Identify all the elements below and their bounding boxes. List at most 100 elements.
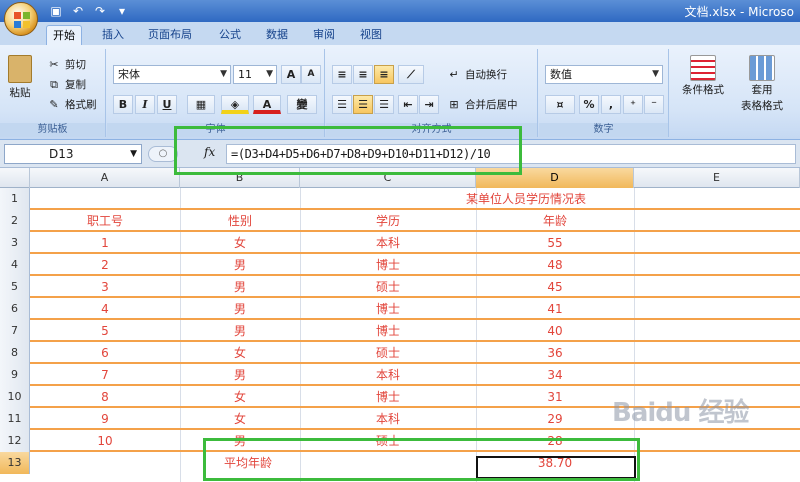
align-bottom-button[interactable]: ≡: [374, 65, 394, 84]
tab-page-layout[interactable]: 页面布局: [142, 25, 198, 45]
cell[interactable]: 31: [476, 386, 634, 408]
copy-button[interactable]: ⧉ 复制: [46, 75, 86, 95]
comma-button[interactable]: ,: [601, 95, 621, 114]
font-name-select[interactable]: 宋体 ▼: [113, 65, 231, 84]
wrap-text-button[interactable]: ↵ 自动换行: [446, 65, 507, 85]
cell[interactable]: 8: [30, 386, 180, 408]
cell[interactable]: 5: [30, 320, 180, 342]
row-header[interactable]: 6: [0, 298, 30, 320]
cell[interactable]: 55: [476, 232, 634, 254]
cell[interactable]: 本科: [300, 408, 476, 430]
cell[interactable]: 29: [476, 408, 634, 430]
merge-center-button[interactable]: ⊞ 合并后居中: [446, 95, 517, 115]
paste-button[interactable]: 粘贴: [8, 55, 32, 105]
row-header[interactable]: 3: [0, 232, 30, 254]
increase-indent-button[interactable]: ⇥: [419, 95, 439, 114]
cell[interactable]: 9: [30, 408, 180, 430]
orientation-button[interactable]: ⟋: [398, 65, 424, 84]
sheet-title-cell[interactable]: 某单位人员学历情况表: [300, 188, 634, 210]
header-cell-education[interactable]: 学历: [300, 210, 476, 232]
cell[interactable]: 6: [30, 342, 180, 364]
select-all-corner[interactable]: [0, 168, 30, 188]
align-top-button[interactable]: ≡: [332, 65, 352, 84]
row-header[interactable]: 8: [0, 342, 30, 364]
row-header[interactable]: 7: [0, 320, 30, 342]
cell[interactable]: 女: [180, 342, 300, 364]
tab-formulas[interactable]: 公式: [213, 25, 247, 45]
cell[interactable]: 4: [30, 298, 180, 320]
increase-decimal-button[interactable]: ⁺: [623, 95, 643, 114]
decrease-indent-button[interactable]: ⇤: [398, 95, 418, 114]
cell[interactable]: 48: [476, 254, 634, 276]
column-header-e[interactable]: E: [634, 168, 800, 188]
bold-button[interactable]: B: [113, 95, 133, 114]
tab-home[interactable]: 开始: [46, 25, 82, 45]
fill-color-button[interactable]: ◈: [221, 95, 249, 114]
conditional-format-button[interactable]: 条件格式: [676, 55, 730, 119]
cell[interactable]: 本科: [300, 232, 476, 254]
cell[interactable]: 41: [476, 298, 634, 320]
phonetic-button[interactable]: 變: [287, 95, 317, 114]
grow-font-button[interactable]: A: [281, 65, 301, 84]
cut-button[interactable]: ✂ 剪切: [46, 55, 86, 75]
cell[interactable]: 女: [180, 232, 300, 254]
font-color-button[interactable]: A: [253, 95, 281, 114]
cell[interactable]: 45: [476, 276, 634, 298]
cell[interactable]: 男: [180, 254, 300, 276]
italic-button[interactable]: I: [135, 95, 155, 114]
cell[interactable]: 女: [180, 386, 300, 408]
decrease-decimal-button[interactable]: ⁻: [644, 95, 664, 114]
cell[interactable]: 硕士: [300, 342, 476, 364]
row-header[interactable]: 10: [0, 386, 30, 408]
tab-review[interactable]: 审阅: [307, 25, 341, 45]
row-header[interactable]: 2: [0, 210, 30, 232]
cell[interactable]: 34: [476, 364, 634, 386]
cell[interactable]: 男: [180, 364, 300, 386]
shrink-font-button[interactable]: A: [301, 65, 321, 84]
undo-icon[interactable]: ↶: [70, 3, 86, 19]
format-as-table-button[interactable]: 套用 表格格式: [732, 55, 792, 119]
header-cell-age[interactable]: 年龄: [476, 210, 634, 232]
row-header[interactable]: 4: [0, 254, 30, 276]
cell[interactable]: 博士: [300, 298, 476, 320]
office-button[interactable]: [4, 2, 38, 36]
tab-view[interactable]: 视图: [354, 25, 388, 45]
tab-insert[interactable]: 插入: [96, 25, 130, 45]
save-icon[interactable]: ▣: [48, 3, 64, 19]
cell[interactable]: 10: [30, 430, 180, 452]
currency-button[interactable]: ¤: [545, 95, 575, 114]
cell[interactable]: 博士: [300, 254, 476, 276]
number-format-select[interactable]: 数值 ▼: [545, 65, 663, 84]
row-header[interactable]: 5: [0, 276, 30, 298]
header-cell-gender[interactable]: 性别: [180, 210, 300, 232]
percent-button[interactable]: %: [579, 95, 599, 114]
row-header[interactable]: 1: [0, 188, 30, 210]
underline-button[interactable]: U: [157, 95, 177, 114]
row-header[interactable]: 9: [0, 364, 30, 386]
customize-qat-icon[interactable]: ▾: [114, 3, 130, 19]
cell[interactable]: 博士: [300, 320, 476, 342]
cell[interactable]: 男: [180, 298, 300, 320]
align-center-button[interactable]: ☰: [353, 95, 373, 114]
row-header[interactable]: 12: [0, 430, 30, 452]
cell[interactable]: 36: [476, 342, 634, 364]
cell[interactable]: 硕士: [300, 276, 476, 298]
align-left-button[interactable]: ☰: [332, 95, 352, 114]
cell[interactable]: 2: [30, 254, 180, 276]
cell[interactable]: 男: [180, 320, 300, 342]
row-header[interactable]: 13: [0, 452, 30, 474]
cell[interactable]: 7: [30, 364, 180, 386]
borders-button[interactable]: ▦: [187, 95, 215, 114]
align-right-button[interactable]: ☰: [374, 95, 394, 114]
font-size-select[interactable]: 11 ▼: [233, 65, 277, 84]
tab-data[interactable]: 数据: [260, 25, 294, 45]
cell[interactable]: 博士: [300, 386, 476, 408]
column-header-a[interactable]: A: [30, 168, 180, 188]
cell[interactable]: 男: [180, 276, 300, 298]
header-cell-id[interactable]: 职工号: [30, 210, 180, 232]
cell[interactable]: 本科: [300, 364, 476, 386]
row-header[interactable]: 11: [0, 408, 30, 430]
align-middle-button[interactable]: ≡: [353, 65, 373, 84]
format-painter-button[interactable]: ✎ 格式刷: [46, 95, 96, 115]
cell[interactable]: 1: [30, 232, 180, 254]
